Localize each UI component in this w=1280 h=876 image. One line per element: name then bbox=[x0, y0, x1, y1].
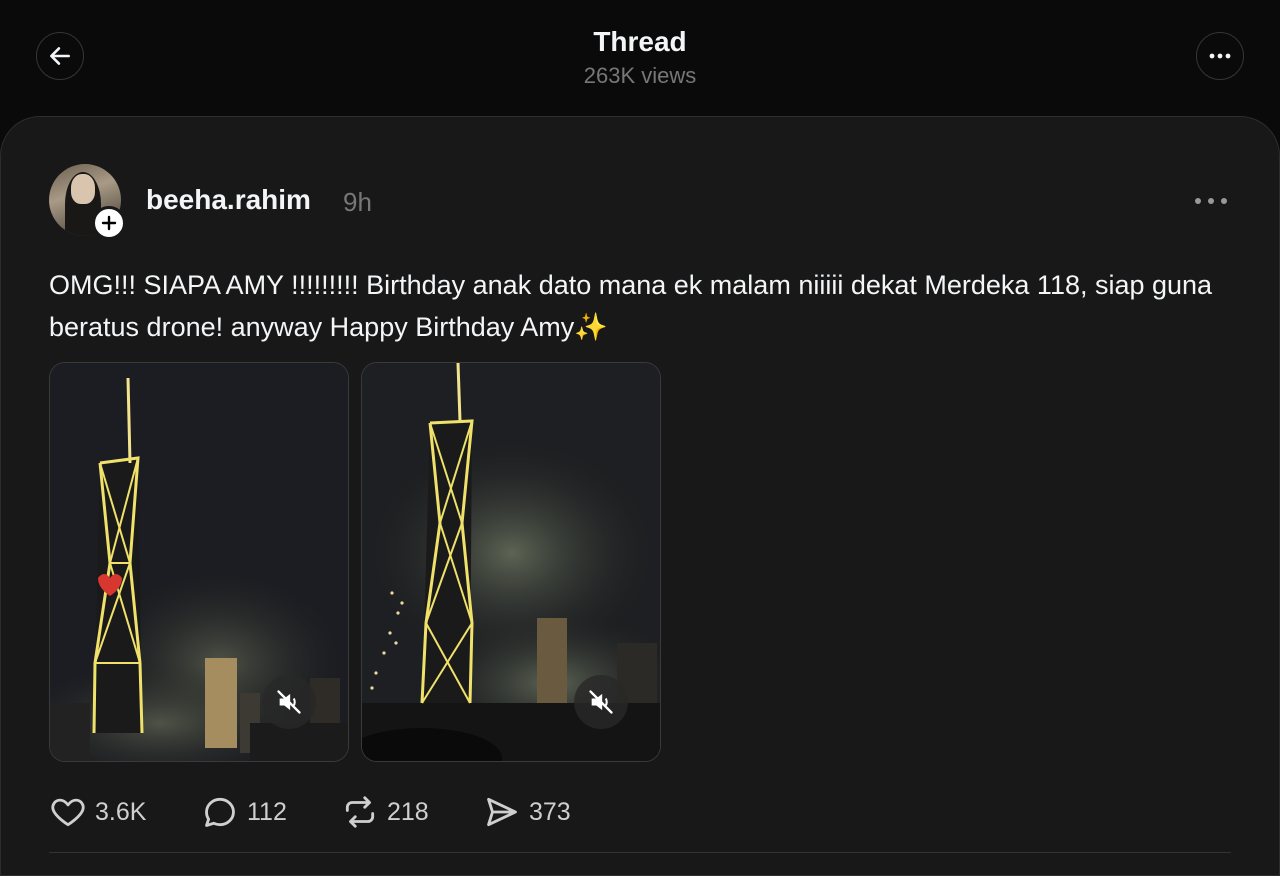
share-count: 373 bbox=[529, 797, 571, 826]
speaker-muted-icon bbox=[589, 690, 613, 714]
repost-count: 218 bbox=[387, 797, 429, 826]
repost-button[interactable]: 218 bbox=[341, 790, 429, 834]
video-thumbnail[interactable] bbox=[49, 362, 349, 762]
heart-icon bbox=[51, 798, 85, 827]
divider bbox=[49, 852, 1231, 853]
ellipsis-icon bbox=[1209, 53, 1231, 59]
speaker-muted-icon bbox=[277, 690, 301, 714]
post-more-button[interactable] bbox=[1188, 186, 1234, 216]
plus-icon bbox=[101, 215, 117, 231]
view-count: 263K views bbox=[583, 63, 697, 88]
mute-toggle-button[interactable] bbox=[574, 675, 628, 729]
like-button[interactable]: 3.6K bbox=[49, 790, 146, 834]
video-thumbnail[interactable] bbox=[361, 362, 661, 762]
post-text: OMG!!! SIAPA AMY !!!!!!!!! Birthday anak… bbox=[49, 270, 1213, 342]
thread-header: Thread 263K views bbox=[0, 0, 1280, 116]
like-count: 3.6K bbox=[95, 797, 147, 826]
repost-icon bbox=[345, 796, 375, 828]
post-time: 9h bbox=[343, 187, 372, 217]
send-icon bbox=[487, 797, 517, 827]
post-username[interactable]: beeha.rahim bbox=[146, 184, 311, 216]
page-title: Thread bbox=[593, 26, 687, 57]
reply-button[interactable]: 112 bbox=[201, 790, 287, 834]
follow-button[interactable] bbox=[92, 206, 126, 240]
ellipsis-icon bbox=[1195, 198, 1227, 204]
mute-toggle-button[interactable] bbox=[262, 675, 316, 729]
comment-icon bbox=[205, 797, 235, 827]
thread-more-button[interactable] bbox=[1196, 32, 1244, 80]
share-button[interactable]: 373 bbox=[483, 790, 571, 834]
reply-count: 112 bbox=[247, 797, 287, 826]
